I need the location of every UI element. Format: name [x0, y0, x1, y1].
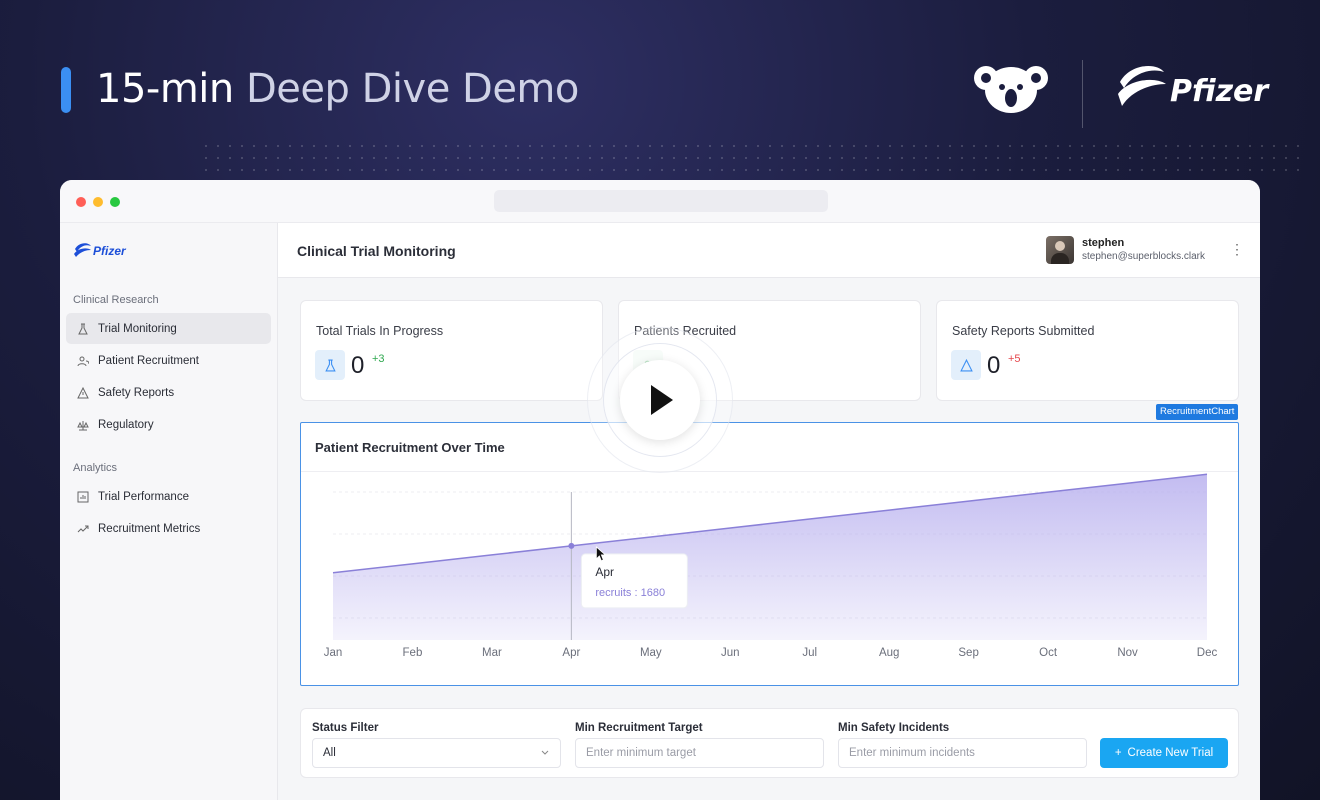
trend-icon: [77, 525, 89, 532]
tooltip-title: Apr: [595, 565, 614, 579]
page-header: Clinical Trial Monitoring stephen stephe…: [278, 223, 1260, 278]
status-filter-label: Status Filter: [312, 722, 379, 734]
chevron-down-icon: [541, 750, 549, 755]
hero-title: 15-min Deep Dive Demo: [96, 66, 579, 112]
stat-card-value: 0: [987, 352, 1001, 379]
scale-icon: [77, 420, 89, 430]
x-tick-label: Nov: [1117, 647, 1138, 659]
sidebar-item-label: Safety Reports: [98, 386, 175, 399]
x-tick-label: Mar: [482, 647, 502, 659]
stat-card-safety-reports: Safety Reports Submitted 0 +5: [936, 300, 1239, 401]
x-tick-label: Feb: [403, 647, 423, 659]
app-window: Pfizer Clinical Research Trial Monitorin…: [60, 180, 1260, 800]
page-title: Clinical Trial Monitoring: [297, 243, 456, 259]
play-icon: [651, 385, 673, 415]
more-menu-icon[interactable]: ⋮: [1230, 239, 1244, 259]
stat-card-title: Total Trials In Progress: [316, 324, 444, 338]
sidebar-item-label: Trial Performance: [98, 490, 189, 503]
x-tick-label: Sep: [958, 647, 978, 659]
x-tick-label: Apr: [562, 647, 580, 659]
x-tick-label: May: [640, 647, 662, 659]
minimize-window-icon[interactable]: [93, 197, 103, 207]
component-tag: RecruitmentChart: [1156, 404, 1239, 420]
stat-card-delta: +5: [1008, 353, 1021, 365]
warning-icon: [951, 350, 981, 380]
x-tick-label: Jul: [802, 647, 817, 659]
pfizer-hero-logo: Pfizer: [1116, 58, 1268, 120]
recruitment-chart[interactable]: Patient Recruitment Over Time Jan Feb Mar A…: [300, 422, 1239, 686]
users-icon: [77, 356, 89, 366]
create-button-label: Create New Trial: [1127, 747, 1214, 759]
min-incidents-input[interactable]: [838, 738, 1087, 768]
user-name: stephen: [1082, 237, 1125, 249]
sidebar-logo[interactable]: Pfizer: [74, 241, 134, 263]
status-filter-value: All: [323, 747, 336, 759]
stat-card-total-trials: Total Trials In Progress 0 +3: [300, 300, 603, 401]
close-window-icon[interactable]: [76, 197, 86, 207]
sidebar-item-label: Patient Recruitment: [98, 354, 199, 367]
hero-accent-bar: [61, 67, 71, 113]
series-area: [333, 474, 1207, 640]
koala-logo-icon: [974, 66, 1048, 113]
tooltip-value: recruits : 1680: [595, 587, 665, 599]
maximize-window-icon[interactable]: [110, 197, 120, 207]
flask-icon: [78, 323, 88, 334]
min-target-input[interactable]: [575, 738, 824, 768]
create-new-trial-button[interactable]: + Create New Trial: [1100, 738, 1228, 768]
chart-canvas: Jan Feb Mar Apr May Jun Jul Aug Sep Oct Nov Dec Apr r…: [324, 473, 1218, 659]
pfizer-swirl-icon: [1118, 66, 1166, 106]
status-filter-select[interactable]: All: [312, 738, 561, 768]
logo-separator: [1082, 60, 1083, 128]
section-label-clinical-research: Clinical Research: [73, 294, 159, 306]
sidebar-item-label: Trial Monitoring: [98, 322, 177, 335]
x-tick-label: Jun: [721, 647, 740, 659]
flask-icon: [315, 350, 345, 380]
sidebar-item-trial-monitoring[interactable]: Trial Monitoring: [66, 313, 271, 344]
min-target-label: Min Recruitment Target: [575, 722, 703, 734]
stat-card-delta: +3: [372, 353, 385, 365]
stat-card-title: Safety Reports Submitted: [952, 324, 1095, 338]
x-tick-label: Jan: [324, 647, 343, 659]
sidebar-item-recruitment-metrics[interactable]: Recruitment Metrics: [66, 513, 271, 544]
tooltip-point: [568, 542, 575, 549]
plus-icon: +: [1114, 747, 1122, 759]
sidebar-item-label: Recruitment Metrics: [98, 522, 201, 535]
x-tick-label: Oct: [1039, 647, 1058, 659]
filter-bar: Status Filter All Min Recruitment Target…: [300, 708, 1239, 778]
main-content: Clinical Trial Monitoring stephen stephe…: [278, 223, 1260, 800]
sidebar-item-label: Regulatory: [98, 418, 154, 431]
min-incidents-label: Min Safety Incidents: [838, 722, 950, 734]
video-play-overlay[interactable]: [588, 328, 732, 472]
warning-icon: [77, 386, 89, 398]
user-email: stephen@superblocks.clark: [1082, 251, 1205, 262]
x-tick-label: Dec: [1197, 647, 1218, 659]
stat-card-value: 0: [351, 352, 365, 379]
sidebar-item-patient-recruitment[interactable]: Patient Recruitment: [66, 345, 271, 376]
section-label-analytics: Analytics: [73, 462, 118, 474]
background-dots: [200, 140, 1300, 180]
window-titlebar: [60, 180, 1260, 223]
x-tick-label: Aug: [879, 647, 899, 659]
chart-box-icon: [77, 491, 89, 502]
sidebar-item-trial-performance[interactable]: Trial Performance: [66, 481, 271, 512]
sidebar-item-regulatory[interactable]: Regulatory: [66, 409, 271, 440]
url-bar[interactable]: [494, 190, 828, 212]
chart-title: Patient Recruitment Over Time: [315, 440, 505, 455]
avatar[interactable]: [1046, 236, 1074, 264]
pfizer-logo-icon: [74, 243, 91, 257]
sidebar-item-safety-reports[interactable]: Safety Reports: [66, 377, 271, 408]
sidebar: Pfizer Clinical Research Trial Monitorin…: [60, 223, 278, 800]
tooltip-box: [580, 553, 688, 609]
